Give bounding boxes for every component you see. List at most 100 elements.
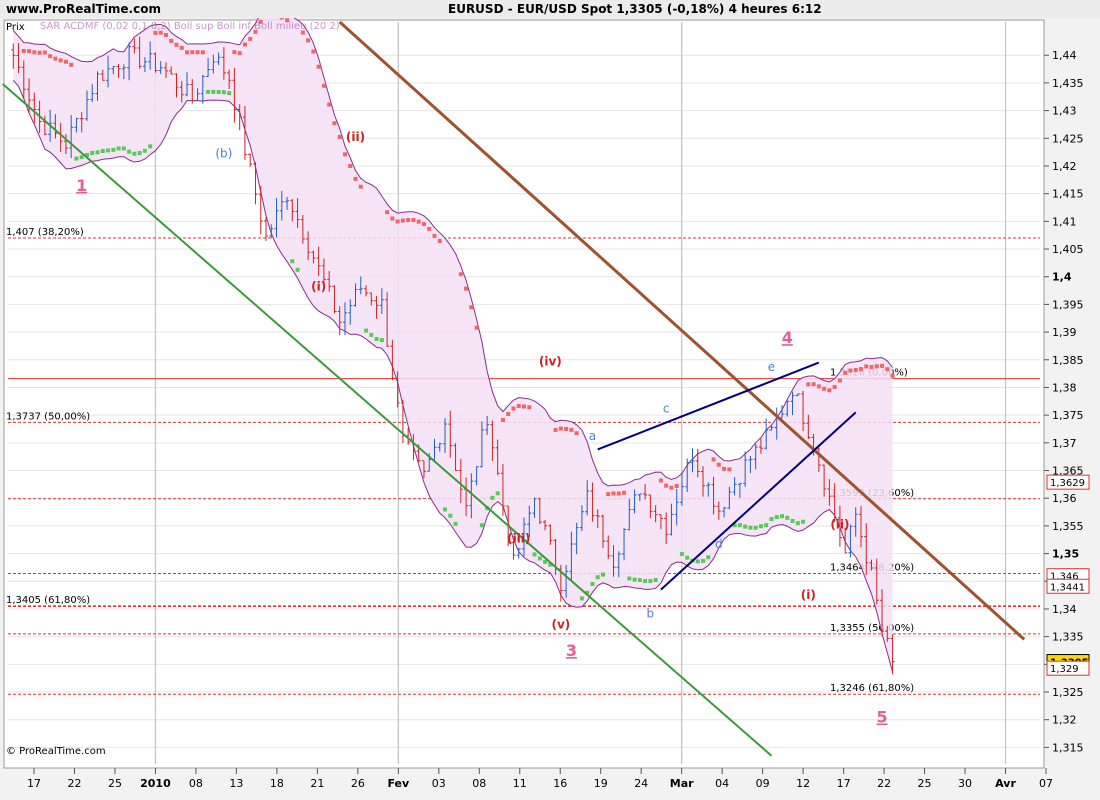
sar-dot xyxy=(537,556,542,561)
sar-dot xyxy=(100,148,105,153)
sar-dot xyxy=(637,578,642,583)
sar-dot xyxy=(111,147,116,152)
fib-label: 1,3405 (61,80%) xyxy=(6,595,90,606)
site-name[interactable]: www.ProRealTime.com xyxy=(6,2,161,16)
sar-dot xyxy=(685,555,690,560)
fib-label: 1,3355 (50,00%) xyxy=(830,623,914,634)
sar-dot xyxy=(764,523,769,528)
y-tick-label: 1,32 xyxy=(1052,714,1077,727)
x-tick-label: Mar xyxy=(670,777,694,790)
sar-dot xyxy=(142,148,147,153)
x-tick-label: 17 xyxy=(837,777,851,790)
sar-dot xyxy=(400,218,405,223)
sar-dot xyxy=(627,576,632,581)
x-tick-label: 18 xyxy=(270,777,284,790)
sar-dot xyxy=(185,50,190,55)
sar-dot xyxy=(564,426,569,431)
sar-dot xyxy=(722,466,727,471)
sar-dot xyxy=(116,146,121,151)
sar-dot xyxy=(27,49,32,54)
price-tag-label: 1,3629 xyxy=(1050,478,1085,489)
price-tag-label: 1,3441 xyxy=(1050,582,1085,593)
y-tick-label: 1,385 xyxy=(1052,354,1084,367)
sar-dot xyxy=(332,121,337,126)
sar-dot xyxy=(416,219,421,224)
sar-dot xyxy=(163,32,168,37)
sar-dot xyxy=(242,42,247,47)
sar-dot xyxy=(579,596,584,601)
sar-dot xyxy=(127,149,132,154)
sar-dot xyxy=(395,219,400,224)
price-chart[interactable]: 1,407 (38,20%) 1,3737 (50,00%) 1,3405 (61,… xyxy=(0,18,1100,800)
y-tick-label: 1,39 xyxy=(1052,326,1077,339)
copyright: © ProRealTime.com xyxy=(6,746,106,757)
sar-dot xyxy=(327,102,332,107)
sar-dot xyxy=(227,91,232,96)
sar-dot xyxy=(553,427,558,432)
sar-dot xyxy=(801,519,806,524)
sar-dot xyxy=(437,238,442,243)
sar-dot xyxy=(53,56,58,61)
sar-dot xyxy=(221,90,226,95)
sar-dot xyxy=(421,222,426,227)
sar-dot xyxy=(811,382,816,387)
sar-dot xyxy=(448,513,453,518)
y-tick-label: 1,4 xyxy=(1052,271,1072,284)
sar-dot xyxy=(769,517,774,522)
sar-dot xyxy=(79,155,84,160)
fib-label: 1,3737 (50,00%) xyxy=(6,411,90,422)
x-tick-label: 17 xyxy=(27,777,41,790)
sar-dot xyxy=(711,457,716,462)
wave-label: (ii) xyxy=(346,130,365,144)
sar-dot xyxy=(90,150,95,155)
sar-dot xyxy=(458,272,463,277)
wave-label: a xyxy=(589,429,596,443)
sar-dot xyxy=(674,484,679,489)
sar-dot xyxy=(590,582,595,587)
sar-dot xyxy=(753,525,758,530)
sar-dot xyxy=(479,523,484,528)
wave-label: (iv) xyxy=(539,354,562,368)
wave-label: (v) xyxy=(551,617,570,631)
wave-label: 1 xyxy=(76,176,87,195)
sar-dot xyxy=(837,378,842,383)
y-tick-label: 1,34 xyxy=(1052,603,1077,616)
fib-label: 1,407 (38,20%) xyxy=(6,227,84,238)
x-tick-label: 22 xyxy=(877,777,891,790)
sar-dot xyxy=(206,89,211,94)
sar-dot xyxy=(569,427,574,432)
sar-dot xyxy=(211,89,216,94)
y-tick-label: 1,395 xyxy=(1052,298,1084,311)
wave-label: 3 xyxy=(566,641,577,660)
sar-dot xyxy=(748,525,753,530)
panel-label: Prix xyxy=(6,22,25,33)
sar-dot xyxy=(95,150,100,155)
sar-dot xyxy=(706,555,711,560)
sar-dot xyxy=(427,226,432,231)
sar-dot xyxy=(200,50,205,55)
y-tick-label: 1,36 xyxy=(1052,492,1077,505)
sar-dot xyxy=(106,148,111,153)
sar-dot xyxy=(532,552,537,557)
sar-dot xyxy=(379,338,384,343)
x-tick-label: Avr xyxy=(995,777,1016,790)
sar-dot xyxy=(806,382,811,387)
sar-dot xyxy=(37,50,42,55)
sar-dot xyxy=(69,62,74,67)
x-tick-label: 24 xyxy=(634,777,648,790)
y-tick-label: 1,375 xyxy=(1052,409,1084,422)
sar-dot xyxy=(248,36,253,41)
sar-dot xyxy=(595,575,600,580)
x-tick-label: 2010 xyxy=(140,777,171,790)
sar-dot xyxy=(695,559,700,564)
x-tick-label: 26 xyxy=(351,777,365,790)
wave-label: (i) xyxy=(311,280,326,294)
sar-dot xyxy=(432,233,437,238)
sar-dot xyxy=(469,305,474,310)
sar-dot xyxy=(174,42,179,47)
sar-dot xyxy=(32,50,37,55)
sar-dot xyxy=(679,552,684,557)
sar-dot xyxy=(190,50,195,55)
sar-dot xyxy=(453,521,458,526)
price-tag-label: 1,329 xyxy=(1050,664,1079,675)
